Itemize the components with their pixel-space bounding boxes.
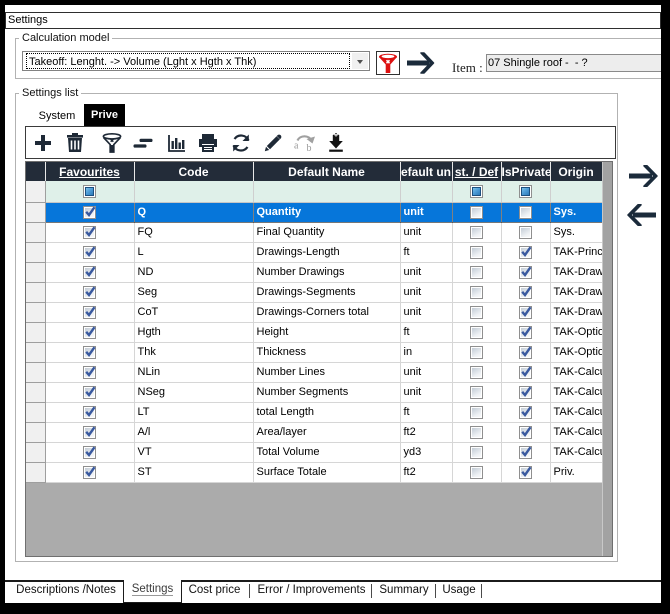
svg-text:a: a (294, 141, 299, 152)
svg-text:b: b (307, 143, 312, 154)
